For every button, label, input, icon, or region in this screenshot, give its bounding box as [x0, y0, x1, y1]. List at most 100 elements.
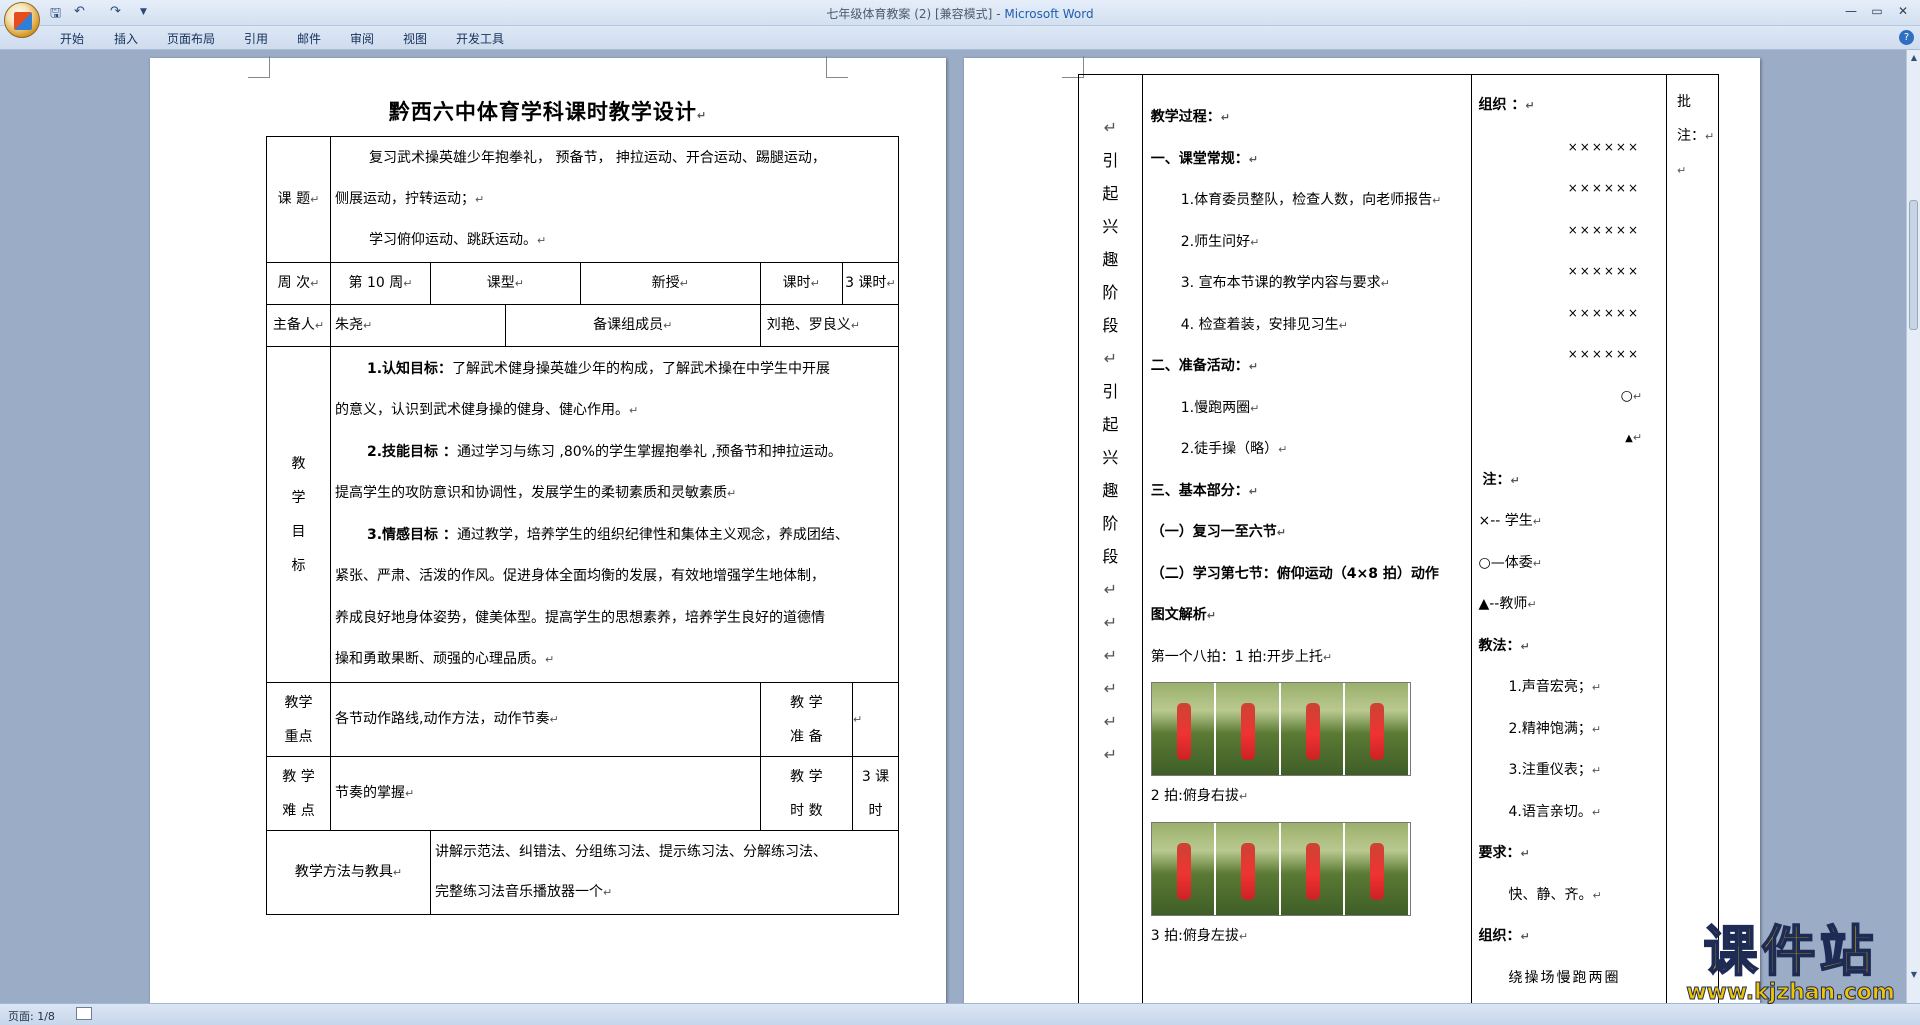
- vertical-scrollbar[interactable]: ▲ ▼: [1906, 50, 1920, 1003]
- type-label: 课型↵: [430, 262, 581, 305]
- goal-item: 提高学生的攻防意识和协调性，发展学生的柔韧素质和灵敏素质↵: [335, 485, 737, 501]
- requirement-text: 快、静、齐。↵: [1508, 886, 1602, 903]
- week-label: 周 次↵: [266, 262, 331, 305]
- note-title: 注：↵: [1482, 471, 1520, 488]
- stage-char: 趣: [1102, 481, 1119, 500]
- lead-value[interactable]: 朱尧↵: [330, 304, 506, 347]
- tab-mailings[interactable]: 邮件: [297, 30, 321, 47]
- formation-row: ××××××: [1567, 222, 1641, 237]
- teacher-marker: ▲↵: [1625, 431, 1643, 444]
- tab-insert[interactable]: 插入: [114, 30, 138, 47]
- notes-label: 注：↵: [1677, 128, 1715, 144]
- hours-value[interactable]: 3 课时↵: [841, 262, 900, 305]
- list-item: 2.徒手操（略）↵: [1180, 441, 1288, 457]
- notes-column[interactable]: 批 注：↵ ↵: [1666, 74, 1719, 1003]
- method-value[interactable]: 讲解示范法、纠错法、分组练习法、提示练习法、分解练习法、 完整练习法音乐播放器一…: [430, 830, 899, 915]
- key-label: 教学 重点: [266, 682, 331, 757]
- stage-char: 起: [1102, 415, 1119, 434]
- organization2-title: 组织：↵: [1478, 928, 1530, 944]
- formation-row: ××××××: [1567, 139, 1641, 154]
- method-item: 2.精神饱满；↵: [1508, 720, 1602, 737]
- process-column[interactable]: 教学过程：↵ 一、课堂常规：↵ 1.体育委员整队，检查人数，向老师报告↵ 2.师…: [1141, 74, 1473, 1003]
- method-item: 1.声音宏亮；↵: [1508, 679, 1602, 695]
- type-value[interactable]: 新授↵: [579, 262, 761, 305]
- beat-caption: 第一个八拍：1 拍:开步上托↵: [1150, 648, 1333, 665]
- minimize-icon[interactable]: —: [1838, 2, 1864, 20]
- formation-row: ××××××: [1567, 347, 1641, 361]
- maximize-icon[interactable]: ▭: [1864, 2, 1890, 20]
- app-name: Microsoft Word: [1004, 7, 1094, 21]
- organization-column[interactable]: 组织 ：↵ ×××××× ×××××× ×××××× ×××××× ××××××…: [1471, 74, 1668, 1003]
- topic-cell[interactable]: 复习武术操英雄少年抱拳礼， 预备节， 抻拉运动、开合运动、踢腿运动， 侧展运动，…: [330, 136, 899, 263]
- subsection-title: （一）复习一至六节↵: [1150, 524, 1286, 540]
- method-title: 教法：↵: [1478, 637, 1530, 654]
- tab-references[interactable]: 引用: [244, 30, 268, 47]
- goal-item: 3.情感目标 ：通过教学，培养学生的组织纪律性和集体主义观念，养成团结、: [367, 526, 849, 543]
- exercise-photo-strip: [1150, 682, 1411, 776]
- crop-mark: [826, 56, 848, 78]
- help-icon[interactable]: ?: [1899, 30, 1914, 45]
- list-item: 3. 宣布本节课的教学内容与要求↵: [1180, 275, 1390, 291]
- office-logo-icon: [14, 12, 32, 30]
- formation-row: ××××××: [1567, 264, 1641, 278]
- week-value[interactable]: 第 10 周↵: [330, 262, 431, 305]
- goal-item: 紧张、严肃、活泼的作风。促进身体全面均衡的发展，有效地增强学生地体制，: [335, 568, 825, 584]
- stage-char: 兴: [1102, 448, 1119, 467]
- monitor-marker: ○↵: [1620, 387, 1643, 404]
- method-item: 4.语言亲切。↵: [1508, 803, 1602, 820]
- key-value[interactable]: 各节动作路线,动作方法，动作节奏↵: [330, 682, 761, 757]
- list-item: 1.体育委员整队，检查人数，向老师报告↵: [1180, 192, 1442, 208]
- difficulty-value[interactable]: 节奏的掌握↵: [330, 756, 761, 831]
- stage-char: 阶: [1102, 514, 1119, 533]
- group-label: 备课组成员↵: [504, 304, 761, 347]
- list-item: 1.慢跑两圈↵: [1180, 399, 1260, 416]
- stage-char: 起: [1102, 184, 1119, 203]
- prep-value[interactable]: ↵: [852, 682, 899, 757]
- ribbon-tabs: 开始 插入 页面布局 引用 邮件 审阅 视图 开发工具: [0, 26, 1920, 50]
- title-bar: 🖫 ↶ ↷ ▼ 七年级体育教案 (2) [兼容模式] - Microsoft W…: [0, 0, 1920, 38]
- document-workspace: 黔西六中体育学科课时教学设计↵ 课 题↵ 复习武术操英雄少年抱拳礼， 预备节， …: [0, 50, 1906, 1003]
- close-icon[interactable]: ✕: [1890, 2, 1916, 20]
- subsection-title: 图文解析↵: [1150, 607, 1216, 623]
- hours-label: 课时↵: [759, 262, 843, 305]
- window-title: 七年级体育教案 (2) [兼容模式] - Microsoft Word: [826, 7, 1094, 21]
- time-value[interactable]: 3 课时: [852, 756, 899, 831]
- spelling-check-icon[interactable]: [76, 1007, 92, 1020]
- stage-char: 段: [1102, 316, 1119, 335]
- beat-caption: 2 拍:俯身右拔↵: [1150, 788, 1249, 804]
- exercise-photo-strip: [1150, 821, 1411, 916]
- prep-label: 教 学准 备: [759, 682, 854, 757]
- stage-char: 兴: [1102, 217, 1119, 236]
- organization2-text: 绕操场慢跑两圈: [1508, 969, 1621, 986]
- scroll-up-icon[interactable]: ▲: [1908, 53, 1920, 65]
- page-indicator[interactable]: 页面: 1/8: [8, 1008, 55, 1024]
- stage-char: 引: [1102, 151, 1119, 170]
- group-value[interactable]: 刘艳、罗良义↵: [759, 304, 900, 347]
- difficulty-label: 教 学难 点: [266, 756, 331, 831]
- watermark-url: www.kjzhan.com: [1686, 980, 1896, 1005]
- time-label: 教 学时 数: [759, 756, 854, 831]
- scroll-thumb[interactable]: [1909, 200, 1918, 330]
- goal-item: 养成良好地身体姿势，健美体型。提高学生的思想素养，培养学生良好的道德情: [335, 609, 825, 626]
- process-table: ↵ 引 起 兴 趣 阶 段 ↵ 引 起 兴 趣 阶 段 ↵↵↵↵↵↵: [1078, 74, 1719, 1003]
- document-page-1: 黔西六中体育学科课时教学设计↵ 课 题↵ 复习武术操英雄少年抱拳礼， 预备节， …: [150, 56, 946, 1003]
- legend-item: ○—体委↵: [1478, 554, 1542, 571]
- office-button[interactable]: [4, 2, 40, 38]
- process-title: 教学过程：↵: [1150, 109, 1230, 125]
- tab-view[interactable]: 视图: [403, 30, 427, 47]
- list-item: 4. 检查着装，安排见习生↵: [1180, 316, 1348, 333]
- tab-home[interactable]: 开始: [60, 30, 84, 47]
- watermark-title: 课件站: [1703, 920, 1878, 983]
- goal-item: 2.技能目标 ：通过学习与练习 ,80%的学生掌握抱拳礼 ,预备节和抻拉运动。: [367, 443, 842, 460]
- topic-line: 学习俯仰运动、跳跃运动。↵: [369, 232, 547, 248]
- tab-developer[interactable]: 开发工具: [456, 30, 504, 47]
- lead-label: 主备人↵: [266, 304, 331, 347]
- tab-review[interactable]: 审阅: [350, 30, 374, 47]
- crop-mark: [248, 56, 270, 78]
- site-watermark: 课件站 www.kjzhan.com: [1668, 920, 1913, 1006]
- tab-page-layout[interactable]: 页面布局: [167, 30, 215, 47]
- topic-label: 课 题↵: [266, 136, 331, 263]
- goals-cell[interactable]: 1.认知目标：了解武术健身操英雄少年的构成，了解武术操在中学生中开展 的意义，认…: [330, 346, 899, 683]
- status-bar: 页面: 1/8: [0, 1003, 1920, 1025]
- goal-item: 操和勇敢果断、顽强的心理品质。↵: [335, 651, 555, 667]
